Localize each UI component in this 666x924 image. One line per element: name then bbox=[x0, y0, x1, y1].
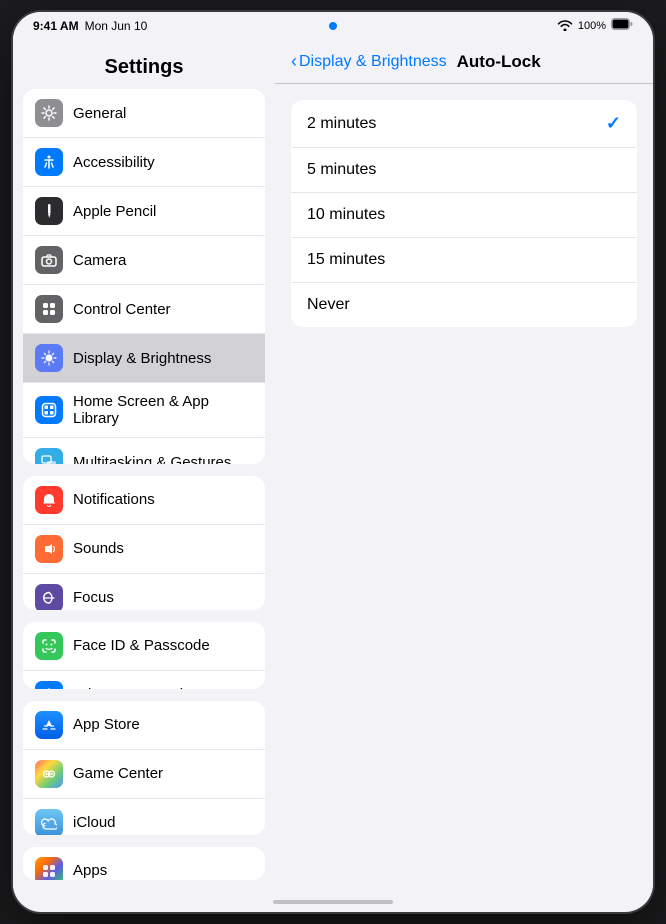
sidebar-item-control-center[interactable]: Control Center bbox=[23, 285, 265, 334]
back-button[interactable]: ‹ Display & Brightness bbox=[291, 51, 447, 72]
apps-label: Apps bbox=[73, 862, 107, 879]
sidebar-group-3: Face ID & Passcode Privacy & Security bbox=[23, 622, 265, 689]
icloud-label: iCloud bbox=[73, 814, 116, 831]
sounds-icon bbox=[35, 535, 63, 563]
detail-header: ‹ Display & Brightness Auto-Lock bbox=[275, 40, 653, 84]
status-bar-left: 9:41 AM Mon Jun 10 bbox=[33, 19, 147, 33]
status-time: 9:41 AM bbox=[33, 19, 79, 33]
back-chevron-icon: ‹ bbox=[291, 51, 297, 72]
home-screen-label: Home Screen & App Library bbox=[73, 393, 253, 427]
option-never-label: Never bbox=[307, 296, 350, 314]
sidebar-item-accessibility[interactable]: Accessibility bbox=[23, 138, 265, 187]
privacy-icon bbox=[35, 681, 63, 689]
general-label: General bbox=[73, 105, 126, 122]
notifications-icon bbox=[35, 486, 63, 514]
display-icon bbox=[35, 344, 63, 372]
camera-icon bbox=[35, 246, 63, 274]
detail-title: Auto-Lock bbox=[457, 52, 541, 72]
option-never[interactable]: Never bbox=[291, 283, 637, 327]
multitasking-icon bbox=[35, 448, 63, 464]
privacy-label: Privacy & Security bbox=[73, 686, 195, 688]
detail-panel: ‹ Display & Brightness Auto-Lock 2 minut… bbox=[275, 40, 653, 892]
option-10min[interactable]: 10 minutes bbox=[291, 193, 637, 238]
face-id-label: Face ID & Passcode bbox=[73, 637, 210, 654]
apple-pencil-icon bbox=[35, 197, 63, 225]
option-5min-label: 5 minutes bbox=[307, 161, 376, 179]
sidebar: Settings General bbox=[13, 40, 275, 892]
back-label: Display & Brightness bbox=[299, 53, 447, 71]
option-2min[interactable]: 2 minutes ✓ bbox=[291, 100, 637, 148]
sidebar-item-apps[interactable]: Apps bbox=[23, 847, 265, 880]
device-frame: 9:41 AM Mon Jun 10 100% bbox=[13, 12, 653, 912]
apple-pencil-label: Apple Pencil bbox=[73, 203, 156, 220]
option-15min-label: 15 minutes bbox=[307, 251, 385, 269]
sidebar-item-sounds[interactable]: Sounds bbox=[23, 525, 265, 574]
sidebar-group-4: App Store Game Center bbox=[23, 701, 265, 835]
sidebar-item-apple-pencil[interactable]: Apple Pencil bbox=[23, 187, 265, 236]
main-content: Settings General bbox=[13, 40, 653, 892]
option-2min-check: ✓ bbox=[606, 113, 621, 134]
icloud-icon bbox=[35, 809, 63, 835]
sidebar-item-face-id[interactable]: Face ID & Passcode bbox=[23, 622, 265, 671]
status-date: Mon Jun 10 bbox=[85, 19, 148, 33]
sidebar-group-1: General Accessibility bbox=[23, 89, 265, 464]
option-15min[interactable]: 15 minutes bbox=[291, 238, 637, 283]
apps-icon bbox=[35, 857, 63, 880]
home-indicator bbox=[13, 892, 653, 912]
general-icon bbox=[35, 99, 63, 127]
sidebar-item-multitasking[interactable]: Multitasking & Gestures bbox=[23, 438, 265, 464]
face-id-icon bbox=[35, 632, 63, 660]
sidebar-item-display[interactable]: Display & Brightness bbox=[23, 334, 265, 383]
sounds-label: Sounds bbox=[73, 540, 124, 557]
sidebar-item-camera[interactable]: Camera bbox=[23, 236, 265, 285]
sidebar-group-2: Notifications Sounds bbox=[23, 476, 265, 610]
accessibility-icon bbox=[35, 148, 63, 176]
option-2min-label: 2 minutes bbox=[307, 115, 376, 133]
status-bar-right: 100% bbox=[557, 17, 633, 35]
home-bar bbox=[273, 900, 393, 904]
wifi-icon bbox=[557, 19, 573, 34]
option-10min-label: 10 minutes bbox=[307, 206, 385, 224]
sidebar-item-privacy[interactable]: Privacy & Security bbox=[23, 671, 265, 689]
status-bar: 9:41 AM Mon Jun 10 100% bbox=[13, 12, 653, 40]
battery-icon bbox=[611, 17, 633, 35]
sidebar-item-icloud[interactable]: iCloud bbox=[23, 799, 265, 835]
sidebar-item-home-screen[interactable]: Home Screen & App Library bbox=[23, 383, 265, 438]
sidebar-item-focus[interactable]: Focus bbox=[23, 574, 265, 610]
auto-lock-options: 2 minutes ✓ 5 minutes 10 minutes 15 minu… bbox=[291, 100, 637, 327]
game-center-label: Game Center bbox=[73, 765, 163, 782]
sidebar-item-notifications[interactable]: Notifications bbox=[23, 476, 265, 525]
app-store-label: App Store bbox=[73, 716, 140, 733]
home-screen-icon bbox=[35, 396, 63, 424]
battery-level: 100% bbox=[578, 20, 606, 32]
game-center-icon bbox=[35, 760, 63, 788]
sidebar-item-general[interactable]: General bbox=[23, 89, 265, 138]
sidebar-title: Settings bbox=[13, 40, 275, 89]
focus-label: Focus bbox=[73, 589, 114, 606]
sidebar-item-game-center[interactable]: Game Center bbox=[23, 750, 265, 799]
control-center-icon bbox=[35, 295, 63, 323]
sidebar-group-5: Apps bbox=[23, 847, 265, 880]
multitasking-label: Multitasking & Gestures bbox=[73, 454, 231, 464]
control-center-label: Control Center bbox=[73, 301, 171, 318]
option-5min[interactable]: 5 minutes bbox=[291, 148, 637, 193]
camera-label: Camera bbox=[73, 252, 126, 269]
sidebar-item-app-store[interactable]: App Store bbox=[23, 701, 265, 750]
focus-icon bbox=[35, 584, 63, 610]
status-center-dot bbox=[329, 22, 337, 30]
notifications-label: Notifications bbox=[73, 491, 155, 508]
display-label: Display & Brightness bbox=[73, 350, 211, 367]
detail-content: 2 minutes ✓ 5 minutes 10 minutes 15 minu… bbox=[275, 84, 653, 892]
accessibility-label: Accessibility bbox=[73, 154, 155, 171]
app-store-icon bbox=[35, 711, 63, 739]
